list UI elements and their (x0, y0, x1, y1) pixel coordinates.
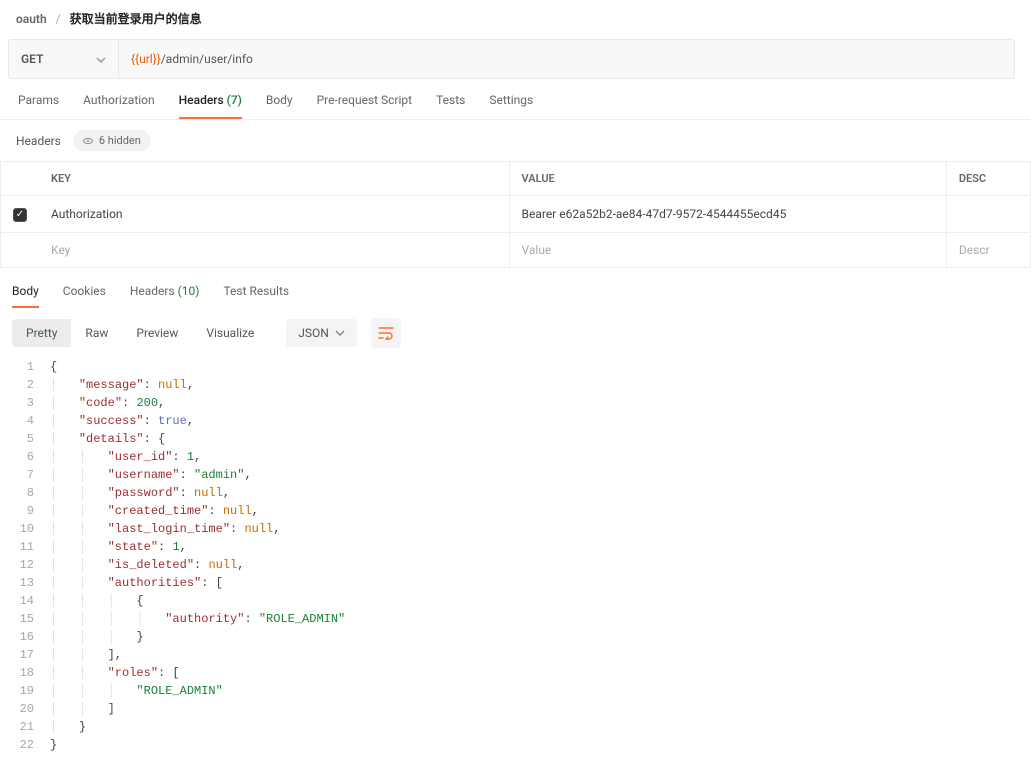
tab-prerequest[interactable]: Pre-request Script (317, 93, 412, 119)
eye-icon (83, 138, 93, 144)
chevron-down-icon (335, 330, 345, 336)
view-raw[interactable]: Raw (71, 319, 122, 347)
breadcrumb-sep: / (50, 12, 67, 26)
wrap-icon (378, 326, 394, 340)
resp-tab-body[interactable]: Body (12, 284, 39, 308)
desc-placeholder[interactable]: Descr (946, 232, 1030, 267)
col-check (1, 162, 40, 196)
header-desc[interactable] (946, 196, 1030, 233)
view-bar: Pretty Raw Preview Visualize JSON (0, 308, 1031, 354)
breadcrumb: oauth / 获取当前登录用户的信息 (0, 0, 1031, 39)
response-body[interactable]: 1{2│ "message": null,3│ "code": 200,4│ "… (0, 354, 1031, 766)
hidden-headers-pill[interactable]: 6 hidden (73, 130, 151, 151)
url-path: /admin/user/info (161, 52, 253, 66)
headers-subheader: Headers 6 hidden (0, 120, 1031, 161)
url-variable: {{url}} (131, 52, 161, 66)
method-select[interactable]: GET (9, 40, 119, 78)
wrap-lines-button[interactable] (371, 318, 401, 348)
key-placeholder[interactable]: Key (39, 232, 509, 267)
url-bar: GET {{url}}/admin/user/info (8, 39, 1015, 79)
response-tabs: Body Cookies Headers (10) Test Results (0, 268, 1031, 308)
view-pretty[interactable]: Pretty (12, 319, 71, 347)
headers-label: Headers (16, 134, 61, 148)
checkbox-icon[interactable]: ✓ (13, 208, 27, 222)
headers-table: KEY VALUE DESC ✓ Authorization Bearer e6… (0, 161, 1031, 268)
col-key: KEY (39, 162, 509, 196)
tab-tests[interactable]: Tests (436, 93, 465, 119)
format-select[interactable]: JSON (286, 319, 357, 347)
col-value: VALUE (509, 162, 946, 196)
resp-tab-cookies[interactable]: Cookies (63, 284, 106, 308)
method-value: GET (21, 52, 43, 66)
chevron-down-icon (96, 52, 106, 66)
request-tabs: Params Authorization Headers (7) Body Pr… (0, 79, 1031, 120)
view-mode-segment: Pretty Raw Preview Visualize (12, 319, 268, 347)
table-row-empty[interactable]: Key Value Descr (1, 232, 1031, 267)
header-key[interactable]: Authorization (39, 196, 509, 233)
tab-settings[interactable]: Settings (489, 93, 533, 119)
resp-tab-headers[interactable]: Headers (10) (130, 284, 200, 308)
resp-tab-testresults[interactable]: Test Results (223, 284, 289, 308)
header-value[interactable]: Bearer e62a52b2-ae84-47d7-9572-4544455ec… (509, 196, 946, 233)
value-placeholder[interactable]: Value (509, 232, 946, 267)
tab-body[interactable]: Body (266, 93, 293, 119)
tab-headers[interactable]: Headers (7) (179, 93, 242, 119)
view-visualize[interactable]: Visualize (192, 319, 268, 347)
table-row[interactable]: ✓ Authorization Bearer e62a52b2-ae84-47d… (1, 196, 1031, 233)
url-input[interactable]: {{url}}/admin/user/info (119, 52, 1014, 66)
view-preview[interactable]: Preview (122, 319, 192, 347)
tab-params[interactable]: Params (18, 93, 59, 119)
breadcrumb-request: 获取当前登录用户的信息 (70, 12, 202, 26)
breadcrumb-folder[interactable]: oauth (16, 12, 47, 26)
tab-authorization[interactable]: Authorization (83, 93, 155, 119)
col-desc: DESC (946, 162, 1030, 196)
